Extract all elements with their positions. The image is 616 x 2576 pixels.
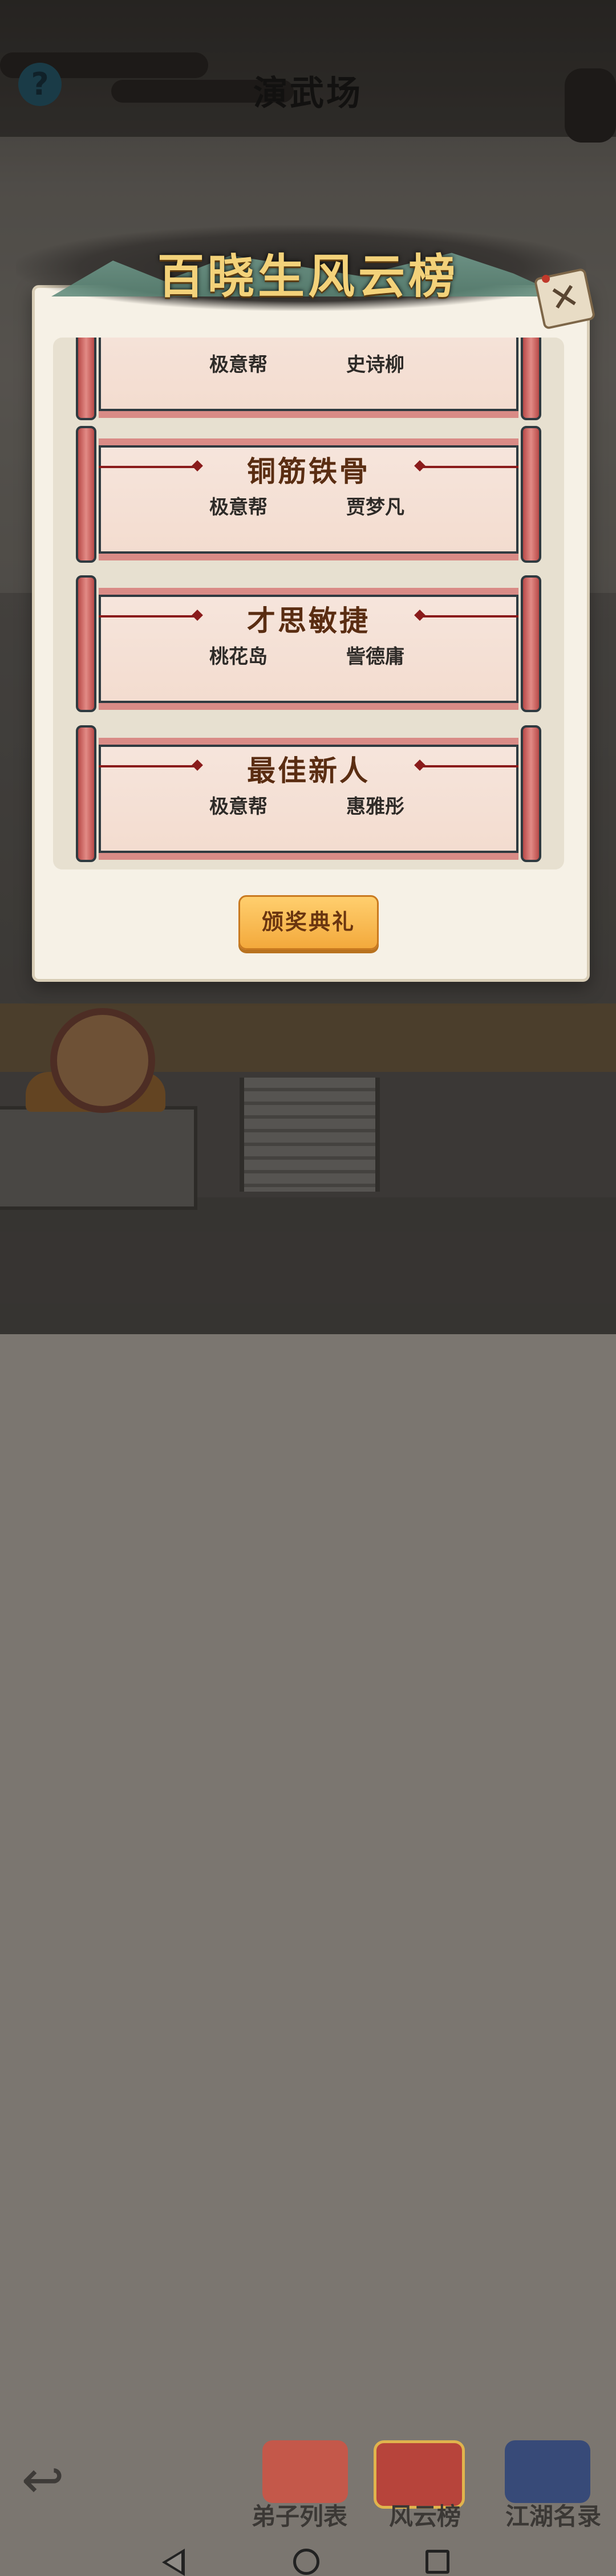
- system-nav-bar: [0, 1263, 616, 2576]
- menu-item-ranking[interactable]: 风云榜: [371, 2497, 479, 2532]
- award-scroll: 最佳新人 极意帮 惠雅彤: [76, 725, 541, 862]
- back-arrow-icon[interactable]: ↩: [11, 2452, 74, 2509]
- scroll-roller: [76, 575, 96, 712]
- book-icon[interactable]: [505, 2440, 590, 2503]
- scroll-roller: [76, 725, 96, 862]
- award-ceremony-button[interactable]: 颁奖典礼: [238, 895, 379, 950]
- award-winner: 贾梦凡: [346, 496, 404, 519]
- close-tag-icon: [542, 275, 550, 283]
- menu-item-directory[interactable]: 江湖名录: [499, 2497, 607, 2532]
- award-scroll: 铜筋铁骨 极意帮 贾梦凡: [76, 426, 541, 563]
- popup-title: 百晓生风云榜: [157, 249, 459, 304]
- nav-back-icon[interactable]: [162, 2549, 185, 2576]
- award-title: 铜筋铁骨: [247, 454, 370, 488]
- nav-recent-icon[interactable]: [425, 2550, 449, 2574]
- award-sect: 极意帮: [209, 795, 268, 818]
- scroll-roller: [521, 575, 541, 712]
- scroll-roller: [76, 338, 96, 420]
- award-winner: 史诗柳: [346, 354, 404, 376]
- scroll-roller: [76, 426, 96, 563]
- nav-home-icon[interactable]: [293, 2549, 319, 2575]
- award-sect: 极意帮: [209, 354, 268, 376]
- scroll-roller: [521, 725, 541, 862]
- scroll-roller: [521, 426, 541, 563]
- award-title: 才思敏捷: [247, 604, 370, 637]
- scroll-roller: [521, 338, 541, 420]
- award-sect: 极意帮: [209, 496, 268, 519]
- menu-item-disciples[interactable]: 弟子列表: [245, 2497, 354, 2532]
- disciple-icon[interactable]: [262, 2440, 348, 2503]
- award-winner: 訾德庸: [346, 645, 404, 668]
- award-scroll: 才思敏捷 桃花岛 訾德庸: [76, 575, 541, 712]
- award-scroll: 极意帮 史诗柳: [76, 338, 541, 420]
- award-winner: 惠雅彤: [346, 795, 404, 818]
- award-title: 最佳新人: [247, 754, 370, 787]
- award-sect: 桃花岛: [209, 645, 268, 668]
- scroll-body: [99, 338, 518, 418]
- award-list[interactable]: 极意帮 史诗柳 铜筋铁骨 极意帮 贾梦凡 才思敏捷 桃花岛 訾德庸 最佳新人 极…: [53, 338, 564, 869]
